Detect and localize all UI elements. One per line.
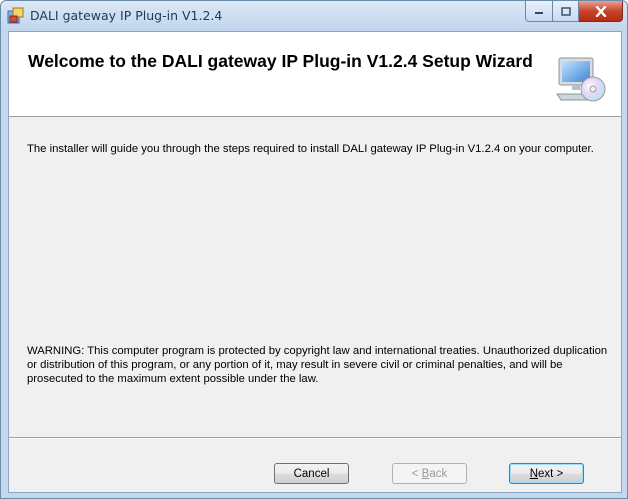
minimize-button[interactable] — [525, 1, 553, 22]
dialog-client-area: Welcome to the DALI gateway IP Plug-in V… — [8, 31, 622, 493]
caption-buttons — [525, 1, 623, 22]
close-icon — [595, 5, 606, 17]
installer-app-icon[interactable] — [7, 7, 25, 25]
window-title: DALI gateway IP Plug-in V1.2.4 — [30, 8, 223, 23]
installer-window: DALI gateway IP Plug-in V1.2.4 Welcome t… — [0, 0, 628, 499]
computer-cd-icon — [555, 56, 607, 104]
title-bar[interactable]: DALI gateway IP Plug-in V1.2.4 — [1, 1, 627, 31]
next-label-rest: ext > — [538, 468, 564, 480]
footer-divider — [9, 437, 621, 439]
copyright-warning: WARNING: This computer program is protec… — [27, 345, 608, 385]
next-button[interactable]: Next > — [509, 463, 584, 484]
wizard-title: Welcome to the DALI gateway IP Plug-in V… — [28, 51, 533, 71]
close-button[interactable] — [579, 1, 623, 22]
wizard-header: Welcome to the DALI gateway IP Plug-in V… — [9, 32, 621, 117]
back-button[interactable]: < Back — [392, 463, 467, 484]
minimize-icon — [535, 12, 543, 14]
next-mnemonic: N — [529, 468, 539, 480]
cancel-button[interactable]: Cancel — [274, 463, 349, 484]
maximize-button[interactable] — [553, 1, 579, 22]
maximize-icon — [560, 6, 571, 16]
intro-text: The installer will guide you through the… — [27, 143, 594, 155]
back-prefix: < — [411, 468, 422, 480]
back-label-rest: ack — [429, 468, 448, 480]
